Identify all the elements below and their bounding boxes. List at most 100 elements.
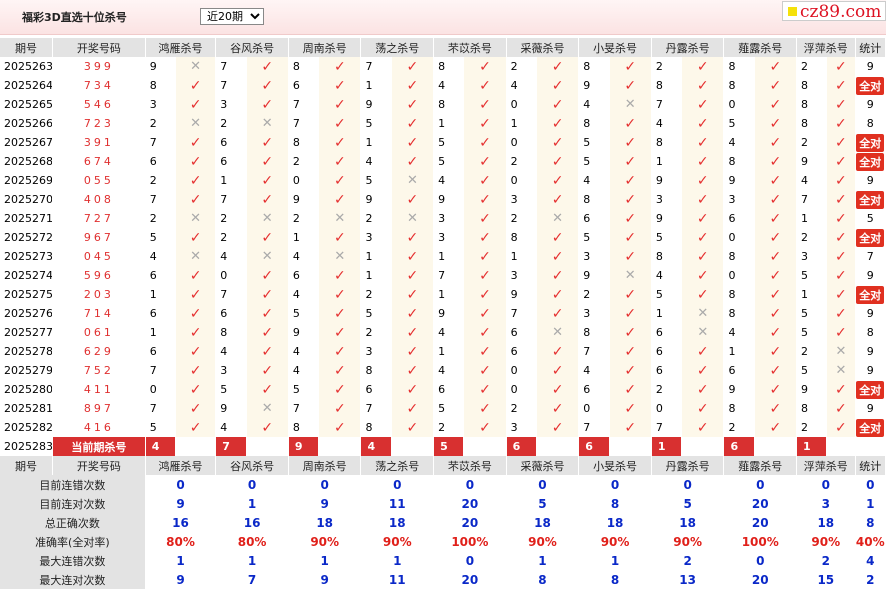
summary-value: 80% <box>215 532 289 551</box>
check-icon: ✓ <box>479 324 491 341</box>
kill-number-cell: 2 <box>288 152 320 171</box>
check-icon: ✓ <box>835 305 847 322</box>
result-mark-cell: ✓ <box>246 418 289 437</box>
kill-number-cell: 7 <box>288 114 320 133</box>
summary-value: 100% <box>433 532 507 551</box>
table-row: 2025271 727 2 ✕ 2 ✕ 2 ✕ 2 ✕ 3 ✓ 2 ✕ 6 ✓ 9 ✓ 6 ✓ 1 ✓ 5 <box>0 209 886 228</box>
check-icon: ✓ <box>769 267 782 284</box>
result-mark-cell: ✓ <box>463 171 507 190</box>
kill-number-cell: 5 <box>360 171 392 190</box>
check-icon: ✓ <box>696 229 709 246</box>
table-row: 2025276 714 6 ✓ 6 ✓ 5 ✓ 5 ✓ 9 ✓ 7 ✓ 3 ✓ 1 ✕ 8 ✓ 5 ✓ 9 <box>0 304 886 323</box>
result-mark-cell: ✓ <box>536 361 580 380</box>
summary-value: 9 <box>288 494 362 513</box>
result-mark-cell: ✓ <box>246 228 289 247</box>
stat-value: 5 <box>866 212 874 225</box>
result-mark-cell: ✓ <box>175 190 217 209</box>
kill-number-cell: 0 <box>506 133 537 152</box>
check-icon: ✓ <box>769 229 782 246</box>
stat-cell: 9 <box>855 342 886 361</box>
summary-label: 准确率(全对率) <box>0 532 146 551</box>
summary-value: 18 <box>796 513 856 532</box>
kill-number-cell: 9 <box>578 266 610 285</box>
kill-number-cell: 3 <box>360 342 392 361</box>
check-icon: ✓ <box>551 381 564 398</box>
result-mark-cell: ✓ <box>463 190 507 209</box>
result-mark-cell: ✓ <box>318 342 362 361</box>
summary-value: 20 <box>723 494 798 513</box>
check-icon: ✓ <box>406 134 419 151</box>
issue-cell: 2025270 <box>0 190 53 209</box>
check-icon: ✓ <box>261 343 274 360</box>
cross-icon: ✕ <box>190 211 202 226</box>
summary-value: 8 <box>855 513 886 532</box>
check-icon: ✓ <box>551 362 564 379</box>
table-row: 2025277 061 1 ✓ 8 ✓ 9 ✓ 2 ✓ 4 ✓ 6 ✕ 8 ✓ 6 ✕ 4 ✓ 5 ✓ 8 <box>0 323 886 342</box>
check-icon: ✓ <box>769 419 782 436</box>
result-mark-cell: ✓ <box>609 418 652 437</box>
check-icon: ✓ <box>261 305 274 322</box>
winning-number-cell: 596 <box>52 266 146 285</box>
result-mark-cell: ✓ <box>318 418 362 437</box>
kill-number-cell: 2 <box>506 152 537 171</box>
kill-number-cell: 1 <box>433 285 465 304</box>
kill-number-cell: 0 <box>506 380 537 399</box>
summary-value: 40% <box>855 532 886 551</box>
kill-number-cell: 7 <box>506 304 537 323</box>
stat-value: 9 <box>866 307 874 320</box>
summary-value: 90% <box>796 532 856 551</box>
result-mark-cell: ✓ <box>175 304 217 323</box>
result-mark-cell: ✓ <box>246 152 289 171</box>
result-mark-cell: ✓ <box>175 133 217 152</box>
check-icon: ✓ <box>551 96 564 113</box>
kill-number-cell: 4 <box>433 76 465 95</box>
result-mark-cell: ✓ <box>463 95 507 114</box>
result-mark-cell: ✓ <box>826 266 856 285</box>
check-icon: ✓ <box>624 305 637 322</box>
kill-number-cell: 6 <box>723 361 755 380</box>
result-mark-cell: ✓ <box>536 133 580 152</box>
kill-number-cell: 7 <box>215 76 247 95</box>
summary-value: 1 <box>215 551 289 570</box>
result-mark-cell: ✕ <box>681 304 725 323</box>
winning-number-cell: 045 <box>52 247 146 266</box>
kill-number-cell: 1 <box>288 228 320 247</box>
result-mark-cell: ✓ <box>681 114 725 133</box>
stat-cell: 9 <box>855 171 886 190</box>
result-mark-cell: ✓ <box>246 57 289 76</box>
current-kill-number: 6 <box>578 437 610 456</box>
result-mark-cell: ✓ <box>681 380 725 399</box>
result-mark-cell: ✓ <box>463 266 507 285</box>
kill-number-cell: 3 <box>506 418 537 437</box>
kill-number-cell: 2 <box>288 209 320 228</box>
check-icon: ✓ <box>769 400 782 417</box>
result-mark-cell: ✓ <box>536 228 580 247</box>
kill-number-cell: 2 <box>360 285 392 304</box>
result-mark-cell: ✓ <box>318 361 362 380</box>
current-kill-label: 当前期杀号 <box>52 437 146 456</box>
stat-value: 9 <box>866 98 874 111</box>
table-row: 2025266 723 2 ✕ 2 ✕ 7 ✓ 5 ✓ 1 ✓ 1 ✓ 8 ✓ 4 ✓ 5 ✓ 8 ✓ 8 <box>0 114 886 133</box>
kill-number-cell: 4 <box>651 266 683 285</box>
check-icon: ✓ <box>624 419 637 436</box>
issue-cell: 2025277 <box>0 323 53 342</box>
check-icon: ✓ <box>406 381 419 398</box>
check-icon: ✓ <box>551 134 564 151</box>
check-icon: ✓ <box>696 267 709 284</box>
issue-cell: 2025282 <box>0 418 53 437</box>
brand-logo[interactable]: cz89.com <box>782 1 886 22</box>
kill-number-cell: 7 <box>433 266 465 285</box>
kill-number-cell: 1 <box>651 304 683 323</box>
result-mark-cell: ✓ <box>536 418 580 437</box>
check-icon: ✓ <box>551 286 564 303</box>
summary-value: 1 <box>288 551 362 570</box>
kill-number-cell: 6 <box>651 361 683 380</box>
table-row: 2025282 416 5 ✓ 4 ✓ 8 ✓ 8 ✓ 2 ✓ 3 ✓ 7 ✓ 7 ✓ 2 ✓ 2 ✓ 全对 <box>0 418 886 437</box>
result-mark-cell: ✓ <box>463 247 507 266</box>
kill-number-cell: 3 <box>433 209 465 228</box>
period-select[interactable]: 近20期 <box>200 8 264 25</box>
result-mark-cell: ✓ <box>826 228 856 247</box>
result-mark-cell: ✓ <box>826 285 856 304</box>
result-mark-cell: ✓ <box>175 323 217 342</box>
winning-number-cell: 416 <box>52 418 146 437</box>
